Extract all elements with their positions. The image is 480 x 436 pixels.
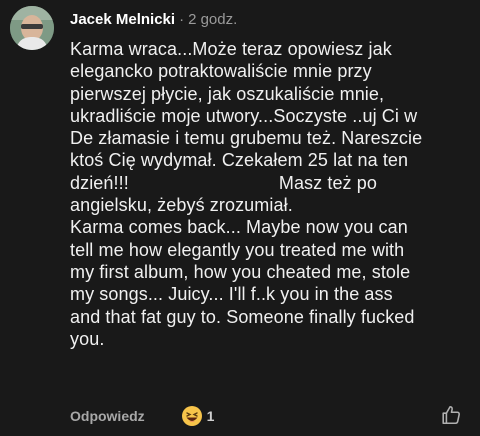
comment-text: Karma wraca...Może teraz opowiesz jak el… (70, 38, 475, 350)
comment-line: angielsku, żebyś zrozumiał. (70, 195, 293, 216)
comment-line: tell me how elegantly you treated me wit… (70, 239, 405, 260)
avatar-image (10, 6, 54, 50)
comment-line: you. (70, 328, 105, 349)
comment-line: my songs... Juicy... I'll f..k you in th… (70, 284, 393, 305)
comment-header: Jacek Melnicki · 2 godz. (70, 10, 237, 30)
timestamp[interactable]: 2 godz. (188, 11, 237, 28)
comment-line: ukradliście moje utwory...Soczyste ..uj … (70, 105, 418, 126)
comment-line: pierwszej płycie, jak oszukaliście mnie, (70, 83, 385, 104)
thumbs-up-icon (442, 405, 460, 425)
avatar[interactable] (10, 6, 54, 50)
comment-line: ktoś Cię wydymał. Czekałem 25 lat na ten (70, 150, 409, 171)
separator-dot: · (179, 11, 185, 28)
comment-line: my first album, how you cheated me, stol… (70, 261, 411, 282)
comment-line-start: dzień!!! (70, 172, 129, 193)
comment-line: De złamasie i temu grubemu też. Nareszci… (70, 128, 423, 149)
reply-button[interactable]: Odpowiedz (70, 408, 145, 424)
comment-line: Karma comes back... Maybe now you can (70, 217, 408, 238)
comment-actions: Odpowiedz 1 (70, 404, 214, 428)
laughing-emoji-icon (181, 406, 202, 426)
reaction-count: 1 (206, 408, 215, 424)
comment-line: Karma wraca...Może teraz opowiesz jak (70, 39, 392, 59)
like-button[interactable] (440, 404, 462, 426)
comment-line-end: Masz też po (278, 172, 377, 193)
comment-line: dzień!!! Masz też po (70, 172, 475, 194)
author-name[interactable]: Jacek Melnicki (70, 11, 175, 28)
reaction-summary[interactable]: 1 (181, 405, 215, 427)
comment-line: and that fat guy to. Someone finally fuc… (70, 306, 415, 327)
comment-line: elegancko potraktowaliście mnie przy (70, 61, 372, 82)
